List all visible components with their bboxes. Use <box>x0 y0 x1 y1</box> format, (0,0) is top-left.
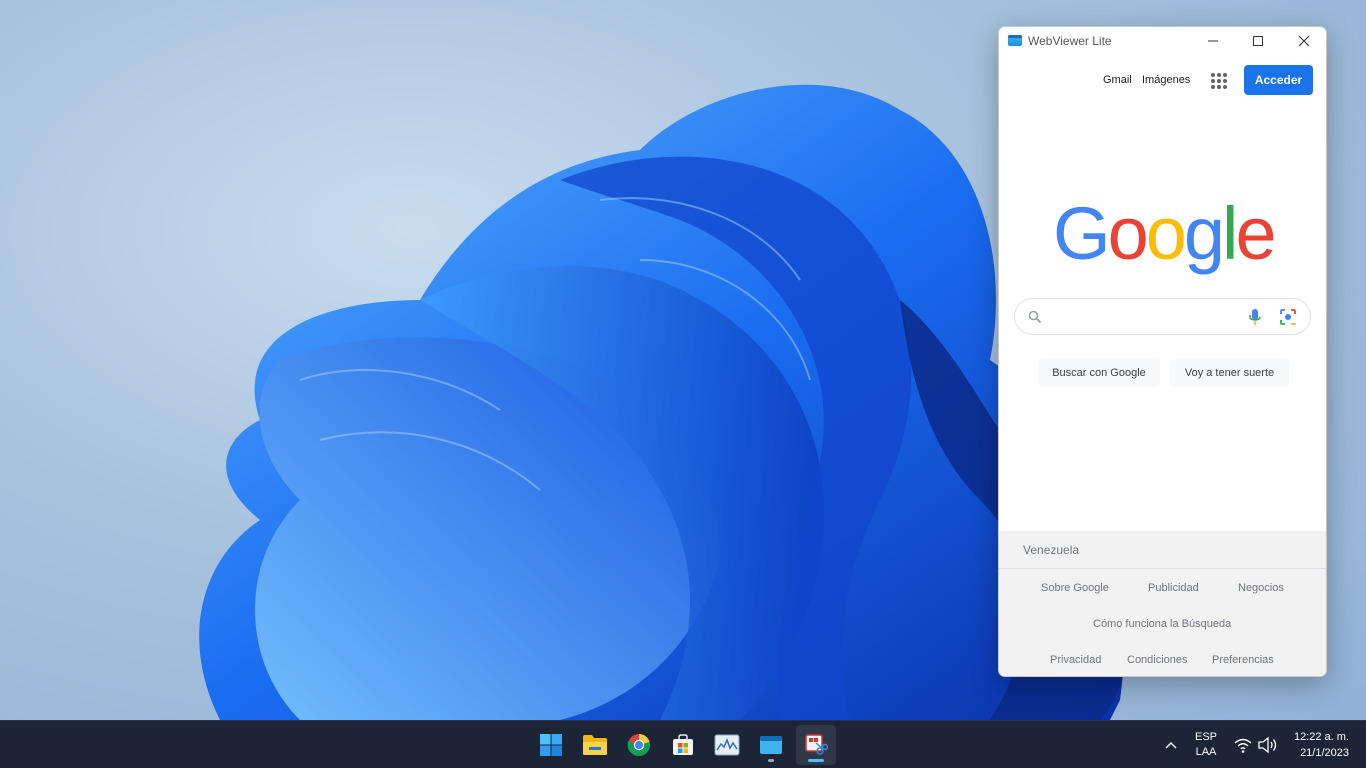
search-input[interactable] <box>1053 307 1233 327</box>
minimize-button[interactable] <box>1191 27 1235 55</box>
images-link[interactable]: Imágenes <box>1142 74 1190 86</box>
footer-about-link[interactable]: Sobre Google <box>1041 582 1109 594</box>
camera-lens-icon[interactable] <box>1279 308 1297 326</box>
volume-icon[interactable] <box>1257 735 1279 755</box>
snipping-tool-icon <box>805 734 828 755</box>
start-button[interactable] <box>531 725 571 765</box>
maximize-icon <box>1253 36 1263 46</box>
footer-business-link[interactable]: Negocios <box>1238 582 1284 594</box>
start-icon <box>540 734 562 756</box>
footer-country: Venezuela <box>999 531 1326 569</box>
svg-text:Google: Google <box>1053 195 1273 275</box>
microsoft-store-button[interactable] <box>663 725 703 765</box>
snipping-tool-button[interactable] <box>796 725 836 765</box>
google-logo: Google <box>1053 195 1273 275</box>
feeling-lucky-button[interactable]: Voy a tener suerte <box>1170 359 1289 387</box>
window-title: WebViewer Lite <box>1028 34 1112 48</box>
maximize-button[interactable] <box>1236 27 1280 55</box>
wifi-icon[interactable] <box>1233 735 1253 755</box>
close-button[interactable] <box>1282 27 1326 55</box>
show-hidden-icons-button[interactable] <box>1161 735 1181 755</box>
resource-monitor-icon <box>714 734 740 756</box>
store-icon <box>673 734 693 755</box>
sign-in-button[interactable]: Acceder <box>1244 65 1313 95</box>
system-clock[interactable]: 12:22 a. m. 21/1/2023 <box>1283 729 1349 761</box>
search-box[interactable] <box>1014 298 1311 335</box>
clock-time: 12:22 a. m. <box>1293 731 1349 743</box>
webviewer-icon <box>760 736 782 754</box>
webviewer-taskbar-button[interactable] <box>751 725 791 765</box>
search-icon <box>1028 310 1042 324</box>
chevron-up-icon <box>1165 742 1177 749</box>
close-icon <box>1298 35 1310 47</box>
minimize-icon <box>1208 40 1218 42</box>
resource-monitor-button[interactable] <box>707 725 747 765</box>
title-bar[interactable]: WebViewer Lite <box>999 27 1326 55</box>
input-language-indicator[interactable]: ESP LAA <box>1190 730 1222 760</box>
footer-privacy-link[interactable]: Privacidad <box>1050 654 1101 666</box>
taskbar: ESP LAA 12:22 a. m. 21/1/2023 <box>0 720 1366 768</box>
clock-date: 21/1/2023 <box>1300 747 1349 759</box>
active-indicator <box>808 759 824 762</box>
footer-terms-link[interactable]: Condiciones <box>1127 654 1188 666</box>
webviewer-app-icon <box>1008 35 1022 46</box>
gmail-link[interactable]: Gmail <box>1103 74 1132 86</box>
footer-advertising-link[interactable]: Publicidad <box>1148 582 1199 594</box>
language-code: ESP <box>1194 731 1217 743</box>
chrome-icon <box>627 734 650 756</box>
footer-how-search-works-link[interactable]: Cómo funciona la Búsqueda <box>1093 618 1231 630</box>
microphone-icon[interactable] <box>1248 308 1262 327</box>
google-apps-icon[interactable] <box>1211 73 1227 89</box>
running-indicator <box>768 759 774 762</box>
google-footer: Venezuela Sobre Google Publicidad Negoci… <box>999 531 1326 676</box>
footer-settings-link[interactable]: Preferencias <box>1212 654 1274 666</box>
chrome-button[interactable] <box>619 725 659 765</box>
google-search-button[interactable]: Buscar con Google <box>1038 359 1160 387</box>
file-explorer-icon <box>583 735 607 755</box>
keyboard-layout: LAA <box>1195 746 1217 758</box>
google-top-nav: Gmail Imágenes Acceder <box>999 65 1326 97</box>
webviewer-window: WebViewer Lite Gmail Imágenes Acceder Go… <box>998 26 1327 677</box>
file-explorer-button[interactable] <box>575 725 615 765</box>
